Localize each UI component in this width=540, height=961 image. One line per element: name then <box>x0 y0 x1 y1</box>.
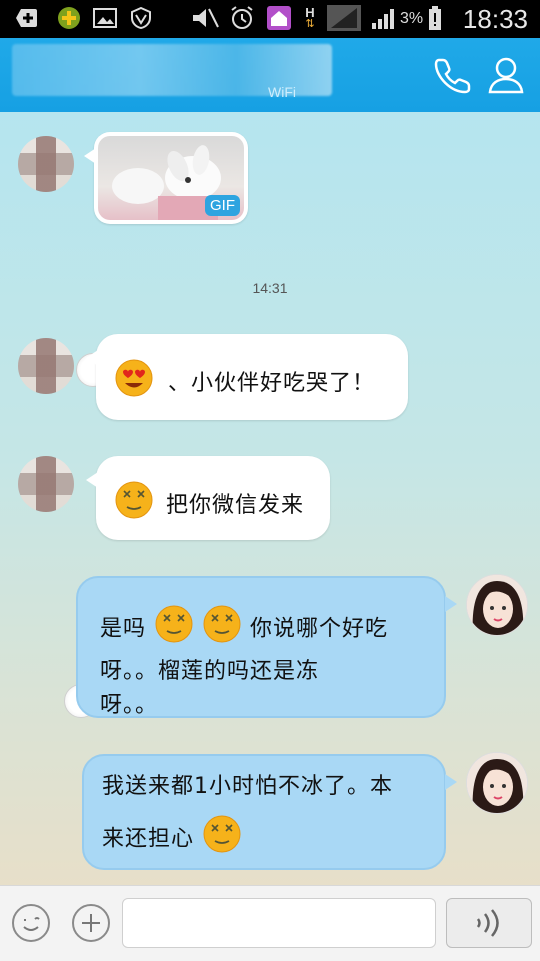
battery-icon <box>428 6 442 30</box>
connection-status: WiFi <box>268 84 296 100</box>
message-text: 你说哪个好吃 <box>250 616 389 642</box>
chat-area[interactable]: GIF 14:31 、小伙伴好吃哭了！ 把你微信发来 是吗 你说哪个好吃 呀。。… <box>0 112 540 885</box>
app-icon <box>56 6 82 30</box>
dizzy-emoji <box>154 604 194 655</box>
gif-message-bubble[interactable]: GIF <box>84 132 248 224</box>
dizzy-emoji <box>114 480 154 531</box>
message-text: 呀。。 <box>100 693 159 718</box>
battery-percent: 3% <box>400 10 424 27</box>
message-bubble-outgoing[interactable]: 是吗 你说哪个好吃 呀。。榴莲的吗还是冻 呀。。 <box>76 576 457 718</box>
status-bar: H ⇅ 3% 18:33 <box>0 0 540 38</box>
heart-eyes-emoji <box>114 358 154 409</box>
message-text: 把你微信发来 <box>166 492 305 518</box>
user-avatar[interactable] <box>466 574 528 636</box>
contact-avatar[interactable] <box>18 456 74 512</box>
signal-bars-icon <box>370 6 398 30</box>
image-icon <box>92 6 118 30</box>
message-text: 是吗 <box>100 616 147 642</box>
voice-icon[interactable] <box>446 898 532 948</box>
message-timestamp: 14:31 <box>252 280 288 296</box>
signal-icon <box>326 5 362 31</box>
message-bubble-incoming[interactable]: 把你微信发来 <box>86 456 330 540</box>
plus-icon[interactable] <box>72 904 110 942</box>
message-text: 、小伙伴好吃哭了！ <box>168 370 376 396</box>
message-bubble-incoming[interactable]: 、小伙伴好吃哭了！ <box>86 334 408 420</box>
message-text: 呀。。榴莲的吗还是冻 <box>100 659 320 684</box>
home-icon <box>266 6 292 30</box>
user-avatar[interactable] <box>466 752 528 814</box>
phone-icon[interactable] <box>434 56 472 94</box>
vpn-icon <box>128 6 154 30</box>
network-icon: H ⇅ <box>305 4 315 30</box>
status-time: 18:33 <box>462 4 528 34</box>
gif-image[interactable]: GIF <box>98 136 244 220</box>
message-bubble-outgoing[interactable]: 我送来都1小时怕不冰了。本 来还担心 <box>82 754 457 870</box>
alarm-icon <box>228 6 256 30</box>
input-bar <box>0 885 540 961</box>
message-input[interactable] <box>122 898 436 948</box>
contact-avatar[interactable] <box>18 338 74 394</box>
person-icon[interactable] <box>486 56 526 94</box>
message-text: 来还担心 <box>102 826 195 852</box>
mute-icon <box>190 6 220 30</box>
message-text: 我送来都1小时怕不冰了。本 <box>102 774 393 799</box>
dizzy-emoji <box>202 814 242 865</box>
gif-badge: GIF <box>205 195 240 216</box>
plus-icon <box>14 6 40 30</box>
chat-header: WiFi <box>0 38 540 112</box>
emoji-icon[interactable] <box>12 904 50 942</box>
contact-avatar[interactable] <box>18 136 74 192</box>
dizzy-emoji <box>202 604 242 655</box>
